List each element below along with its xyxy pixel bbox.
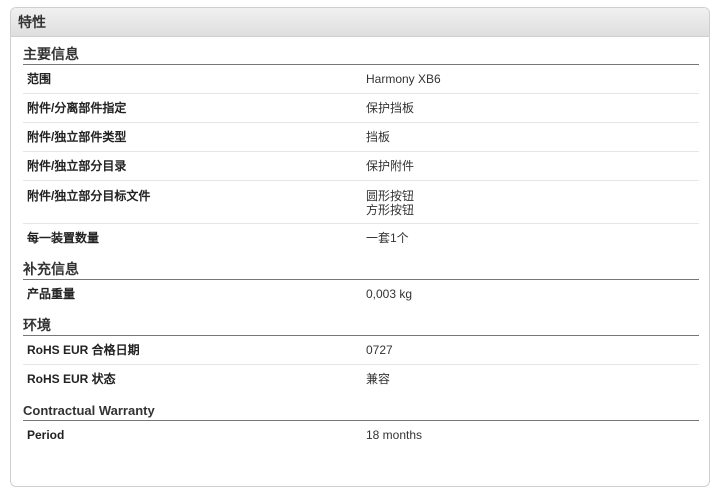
spec-value: 圆形按钮 方形按钮 (366, 181, 699, 223)
spec-value: 18 months (366, 428, 423, 442)
section-environment: RoHS EUR 合格日期 0727 RoHS EUR 状态 兼容 (23, 336, 699, 393)
spec-label: RoHS EUR 合格日期 (27, 343, 140, 357)
spec-row: 范围 Harmony XB6 (23, 65, 699, 94)
spec-value: 0727 (366, 343, 393, 357)
characteristics-panel: 特性 主要信息 范围 Harmony XB6 附件/分离部件指定 保护挡板 附件… (10, 7, 710, 487)
spec-label: 附件/独立部分目标文件 (27, 189, 151, 203)
section-supplementary: 产品重量 0,003 kg (23, 280, 699, 308)
spec-value: 保护附件 (366, 159, 415, 173)
section-main: 范围 Harmony XB6 附件/分离部件指定 保护挡板 附件/独立部件类型 … (23, 65, 699, 252)
spec-label: 范围 (27, 72, 52, 86)
spec-value: 0,003 kg (366, 287, 413, 301)
spec-label: 产品重量 (27, 287, 76, 301)
section-warranty: Period 18 months (23, 421, 699, 449)
spec-value-line: 方形按钮 (366, 203, 415, 217)
spec-value: 挡板 (366, 130, 391, 144)
panel-title: 特性 (11, 8, 709, 37)
spec-row: RoHS EUR 状态 兼容 (23, 365, 699, 393)
spec-row: 附件/独立部分目标文件 圆形按钮 方形按钮 (23, 181, 699, 224)
spec-row: Period 18 months (23, 421, 699, 449)
spec-row: 每一装置数量 一套1个 (23, 224, 699, 252)
section-title-supplementary: 补充信息 (23, 260, 699, 280)
spec-row: 附件/分离部件指定 保护挡板 (23, 94, 699, 123)
spec-label: RoHS EUR 状态 (27, 372, 116, 386)
spec-label: 附件/独立部分目录 (27, 159, 127, 173)
section-title-main: 主要信息 (23, 45, 699, 65)
spec-label: 附件/独立部件类型 (27, 130, 127, 144)
section-title-environment: 环境 (23, 316, 699, 336)
spec-row: 附件/独立部件类型 挡板 (23, 123, 699, 152)
section-title-warranty: Contractual Warranty (23, 401, 699, 421)
spec-value: 一套1个 (366, 231, 409, 245)
spec-label: 附件/分离部件指定 (27, 101, 127, 115)
spec-row: 产品重量 0,003 kg (23, 280, 699, 308)
spec-label: 每一装置数量 (27, 231, 100, 245)
spec-row: RoHS EUR 合格日期 0727 (23, 336, 699, 365)
spec-value: 保护挡板 (366, 101, 415, 115)
spec-value: 兼容 (366, 372, 391, 386)
spec-value: Harmony XB6 (366, 72, 441, 86)
spec-row: 附件/独立部分目录 保护附件 (23, 152, 699, 181)
panel-content: 主要信息 范围 Harmony XB6 附件/分离部件指定 保护挡板 附件/独立… (11, 45, 709, 449)
spec-label: Period (27, 428, 65, 442)
spec-value-line: 圆形按钮 (366, 189, 415, 203)
